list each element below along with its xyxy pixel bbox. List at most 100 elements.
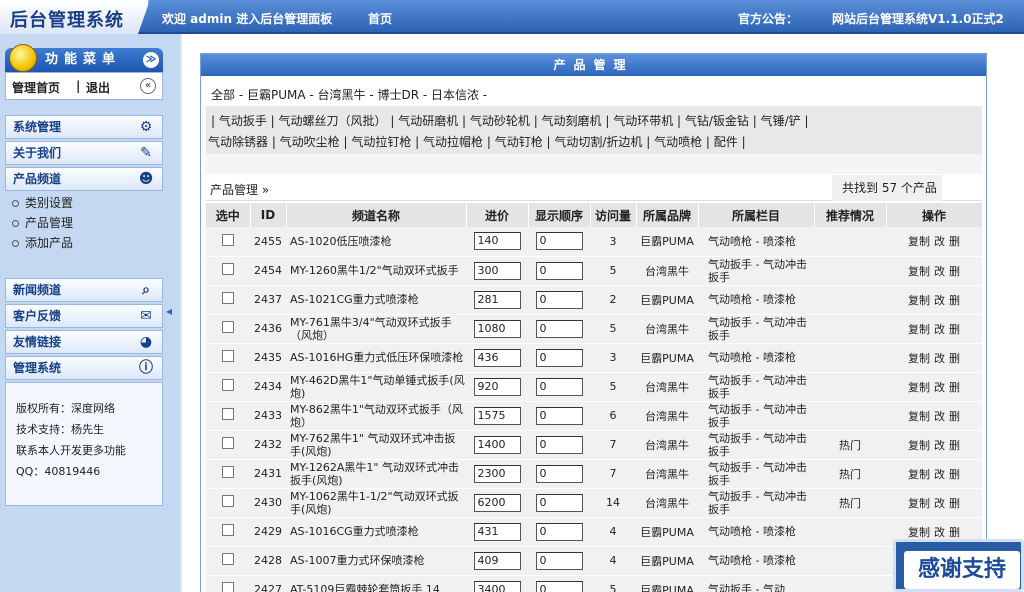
admin-home-link[interactable]: 管理首页 [12,79,60,96]
delete-link[interactable]: 删 [949,235,960,248]
sidebar-sub-add-product[interactable]: 添加产品 [12,234,73,251]
delete-link[interactable]: 删 [949,526,960,539]
order-input[interactable]: 0 [535,319,583,338]
price-input[interactable]: 3400 [473,580,521,592]
price-input[interactable]: 431 [473,522,521,541]
row-checkbox[interactable] [222,524,234,536]
row-checkbox[interactable] [222,466,234,478]
collapse-menu-icon[interactable]: ≫ [143,52,159,68]
price-input[interactable]: 6200 [473,493,521,512]
edit-link[interactable]: 改 [934,235,945,248]
sidebar-sub-product-manage[interactable]: 产品管理 [12,214,73,231]
category-row-2[interactable]: 气动除锈器 | 气动吹尘枪 | 气动拉钉枪 | 气动拉帽枪 | 气动钉枪 | 气… [208,133,746,150]
copy-link[interactable]: 复制 [908,235,930,248]
copy-link[interactable]: 复制 [908,294,930,307]
edit-link[interactable]: 改 [934,410,945,423]
price-input[interactable]: 140 [473,232,521,251]
sidebar-item-links[interactable]: 友情链接 ◕ [5,330,163,354]
row-checkbox[interactable] [222,233,234,246]
brand-filter[interactable]: 全部 - 巨霸PUMA - 台湾黑牛 - 博士DR - 日本信浓 - [211,86,487,103]
row-checkbox[interactable] [222,495,234,507]
home-link[interactable]: 首页 [368,10,392,27]
delete-link[interactable]: 删 [949,294,960,307]
notice-marquee[interactable]: 网站后台管理系统V1.1.0正式2 [832,10,1022,27]
order-input[interactable]: 0 [535,377,583,396]
row-checkbox[interactable] [222,350,234,362]
row-checkbox[interactable] [222,582,234,592]
welcome-text: 欢迎 admin 进入后台管理面板 [162,12,333,26]
collapse-icon[interactable]: « [140,78,156,94]
order-input[interactable]: 0 [535,551,583,570]
price-input[interactable]: 920 [473,377,521,396]
copy-link[interactable]: 复制 [908,497,930,510]
price-input[interactable]: 1575 [473,406,521,425]
sidebar-item-admin[interactable]: 管理系统 ⓘ [5,356,163,380]
copy-link[interactable]: 复制 [908,526,930,539]
delete-link[interactable]: 删 [949,497,960,510]
sidebar-sub-category[interactable]: 类别设置 [12,194,73,211]
row-checkbox[interactable] [222,408,234,420]
order-input[interactable]: 0 [535,435,583,454]
order-input[interactable]: 0 [535,493,583,512]
edit-link[interactable]: 改 [934,439,945,452]
copy-link[interactable]: 复制 [908,265,930,278]
order-input[interactable]: 0 [535,580,583,592]
order-input[interactable]: 0 [535,261,583,280]
delete-link[interactable]: 删 [949,439,960,452]
delete-link[interactable]: 删 [949,381,960,394]
row-checkbox[interactable] [222,292,234,304]
sidebar-item-system[interactable]: 系统管理 ⚙ [5,115,163,139]
copy-link[interactable]: 复制 [908,381,930,394]
price-cell: 1080 [466,314,528,344]
order-input[interactable]: 0 [535,522,583,541]
price-input[interactable]: 409 [473,551,521,570]
sidebar-item-about[interactable]: 关于我们 ✎ [5,141,163,165]
visits-cell: 5 [590,372,636,402]
copy-link[interactable]: 复制 [908,410,930,423]
order-input[interactable]: 0 [535,348,583,367]
edit-link[interactable]: 改 [934,352,945,365]
row-checkbox[interactable] [222,437,234,449]
order-input[interactable]: 0 [535,406,583,425]
row-checkbox[interactable] [222,553,234,565]
delete-link[interactable]: 删 [949,323,960,336]
category-row-1[interactable]: | 气动扳手 | 气动螺丝刀（风批） | 气动研磨机 | 气动砂轮机 | 气动刻… [211,112,809,129]
delete-link[interactable]: 删 [949,265,960,278]
sidebar-item-news[interactable]: 新闻频道 ⌕ [5,278,163,302]
name-cell: MY-462D黑牛1"气动单锤式扳手(风炮) [286,372,466,402]
delete-link[interactable]: 删 [949,468,960,481]
delete-link[interactable]: 删 [949,410,960,423]
row-checkbox[interactable] [222,321,234,333]
price-input[interactable]: 300 [473,261,521,280]
delete-link[interactable]: 删 [949,352,960,365]
copy-link[interactable]: 复制 [908,439,930,452]
price-input[interactable]: 436 [473,348,521,367]
recommend-cell [814,575,886,592]
copy-link[interactable]: 复制 [908,323,930,336]
order-input[interactable]: 0 [535,290,583,309]
edit-link[interactable]: 改 [934,526,945,539]
order-input[interactable]: 0 [535,464,583,483]
edit-link[interactable]: 改 [934,294,945,307]
copy-link[interactable]: 复制 [908,352,930,365]
thanks-badge[interactable]: 感谢支持 [893,539,1024,592]
copy-link[interactable]: 复制 [908,468,930,481]
edit-link[interactable]: 改 [934,468,945,481]
price-input[interactable]: 2300 [473,464,521,483]
row-checkbox[interactable] [222,263,234,275]
sidebar-item-label: 友情链接 [13,335,62,349]
price-input[interactable]: 1400 [473,435,521,454]
row-checkbox[interactable] [222,379,234,391]
sidebar-item-feedback[interactable]: 客户反馈 ✉ [5,304,163,328]
price-input[interactable]: 281 [473,290,521,309]
sidebar-item-products[interactable]: 产品频道 ☻ [5,167,163,191]
id-cell: 2429 [250,517,286,547]
order-input[interactable]: 0 [535,232,583,251]
sidebar-toggle-icon[interactable]: ◂ [166,304,172,318]
logout-link[interactable]: 退出 [86,79,110,96]
edit-link[interactable]: 改 [934,323,945,336]
edit-link[interactable]: 改 [934,381,945,394]
edit-link[interactable]: 改 [934,497,945,510]
edit-link[interactable]: 改 [934,265,945,278]
price-input[interactable]: 1080 [473,319,521,338]
